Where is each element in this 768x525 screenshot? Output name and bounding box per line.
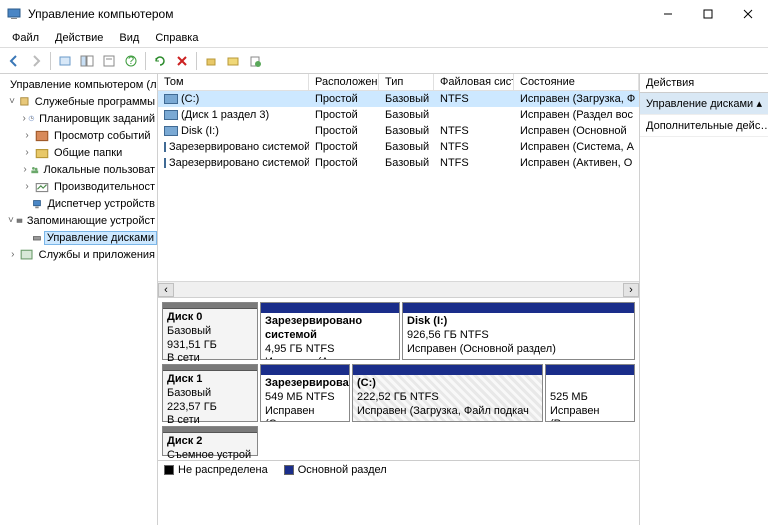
toolbar: ? [0, 48, 768, 74]
disk-1-partition-2[interactable]: 525 МБИсправен (Разд [545, 364, 635, 422]
scroll-right-icon[interactable]: › [623, 283, 639, 297]
actions-more[interactable]: Дополнительные дейс…▸ [640, 115, 768, 137]
close-button[interactable] [728, 0, 768, 28]
tree-system-tools[interactable]: ˅Служебные программы [0, 93, 157, 110]
menu-file[interactable]: Файл [4, 30, 47, 46]
tree-shared-folders[interactable]: ›Общие папки [0, 144, 157, 161]
refresh-button[interactable] [150, 51, 170, 71]
tree-root[interactable]: Управление компьютером (лс [0, 76, 157, 93]
tree-event-viewer[interactable]: ›Просмотр событий [0, 127, 157, 144]
disk-1-partition-1[interactable]: (C:)222,52 ГБ NTFSИсправен (Загрузка, Фа… [352, 364, 543, 422]
volume-row[interactable]: (Диск 1 раздел 3)ПростойБазовыйИсправен … [158, 107, 639, 123]
disk-graphical-view[interactable]: Диск 0Базовый931,51 ГБВ сети Зарезервиро… [158, 298, 639, 525]
volume-row[interactable]: Disk (I:)ПростойБазовыйNTFSИсправен (Осн… [158, 123, 639, 139]
tree-services-apps[interactable]: ›Службы и приложения [0, 246, 157, 263]
help-button[interactable]: ? [121, 51, 141, 71]
tree-performance[interactable]: ›Производительност [0, 178, 157, 195]
delete-button[interactable] [172, 51, 192, 71]
h-scrollbar[interactable]: ‹ › [158, 281, 639, 297]
volume-icon [164, 126, 178, 136]
volume-icon [164, 142, 166, 152]
svg-text:?: ? [128, 55, 134, 67]
disk-0-label[interactable]: Диск 0Базовый931,51 ГБВ сети [162, 302, 258, 360]
disk-2-label[interactable]: Диск 2Съемное устрой [162, 426, 258, 456]
actions-disk-management[interactable]: Управление дисками▴ [640, 93, 768, 115]
menu-bar: Файл Действие Вид Справка [0, 28, 768, 48]
tree-task-scheduler[interactable]: ›Планировщик заданий [0, 110, 157, 127]
col-layout[interactable]: Расположение [309, 74, 379, 90]
volume-list[interactable]: Том Расположение Тип Файловая система Со… [158, 74, 639, 298]
app-icon [6, 6, 22, 22]
nav-tree[interactable]: Управление компьютером (лс ˅Служебные пр… [0, 74, 158, 525]
volume-list-header[interactable]: Том Расположение Тип Файловая система Со… [158, 74, 639, 91]
legend: Не распределена Основной раздел [158, 460, 639, 479]
tree-storage[interactable]: ˅Запоминающие устройст [0, 212, 157, 229]
volume-icon [164, 94, 178, 104]
disk-row-1[interactable]: Диск 1Базовый223,57 ГБВ сети Зарезервиро… [162, 364, 635, 422]
menu-help[interactable]: Справка [147, 30, 206, 46]
volume-icon [164, 158, 166, 168]
show-hide-button[interactable] [77, 51, 97, 71]
col-status[interactable]: Состояние [514, 74, 639, 90]
legend-primary: Основной раздел [284, 464, 387, 476]
volume-row[interactable]: Зарезервировано системой (D:)ПростойБазо… [158, 155, 639, 171]
volume-row[interactable]: (C:)ПростойБазовыйNTFSИсправен (Загрузка… [158, 91, 639, 107]
volume-row[interactable]: Зарезервировано системойПростойБазовыйNT… [158, 139, 639, 155]
scroll-left-icon[interactable]: ‹ [158, 283, 174, 297]
tree-disk-management[interactable]: Управление дисками [0, 229, 157, 246]
chevron-up-icon: ▴ [756, 97, 762, 110]
center-pane: Том Расположение Тип Файловая система Со… [158, 74, 640, 525]
back-button[interactable] [4, 51, 24, 71]
forward-button[interactable] [26, 51, 46, 71]
disk-row-2[interactable]: Диск 2Съемное устрой [162, 426, 635, 456]
disk-row-0[interactable]: Диск 0Базовый931,51 ГБВ сети Зарезервиро… [162, 302, 635, 360]
disk-0-partition-0[interactable]: Зарезервировано системой4,95 ГБ NTFSИспр… [260, 302, 400, 360]
tree-local-users[interactable]: ›Локальные пользоват [0, 161, 157, 178]
action-button-2[interactable] [223, 51, 243, 71]
col-type[interactable]: Тип [379, 74, 434, 90]
actions-header: Действия [640, 74, 768, 93]
action-button-1[interactable] [201, 51, 221, 71]
title-bar: Управление компьютером [0, 0, 768, 28]
minimize-button[interactable] [648, 0, 688, 28]
actions-pane: Действия Управление дисками▴ Дополнитель… [640, 74, 768, 525]
tree-device-manager[interactable]: Диспетчер устройств [0, 195, 157, 212]
volume-icon [164, 110, 178, 120]
disk-0-partition-1[interactable]: Disk (I:)926,56 ГБ NTFSИсправен (Основно… [402, 302, 635, 360]
window-title: Управление компьютером [28, 7, 648, 21]
disk-1-partition-0[interactable]: Зарезервирова549 МБ NTFSИсправен (Сист [260, 364, 350, 422]
col-volume[interactable]: Том [158, 74, 309, 90]
col-fs[interactable]: Файловая система [434, 74, 514, 90]
disk-1-label[interactable]: Диск 1Базовый223,57 ГБВ сети [162, 364, 258, 422]
menu-view[interactable]: Вид [111, 30, 147, 46]
properties-button[interactable] [99, 51, 119, 71]
up-button[interactable] [55, 51, 75, 71]
maximize-button[interactable] [688, 0, 728, 28]
menu-action[interactable]: Действие [47, 30, 111, 46]
legend-unallocated: Не распределена [164, 464, 268, 476]
action-button-3[interactable] [245, 51, 265, 71]
